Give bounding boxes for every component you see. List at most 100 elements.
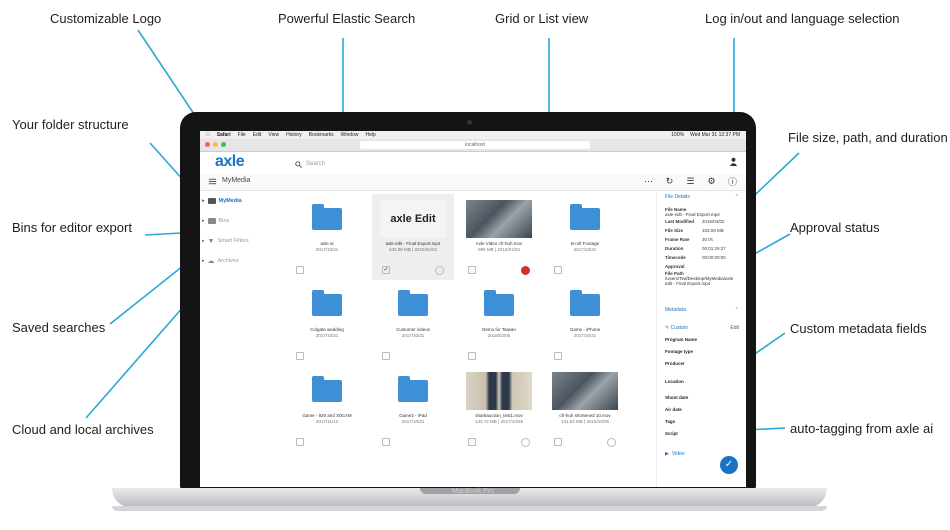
metadata-field-producer[interactable]: Producer <box>657 358 746 370</box>
folder-icon <box>570 204 600 230</box>
metadata-field-tags[interactable]: Tags <box>657 416 746 428</box>
collapse-icon[interactable]: ⌃ <box>735 307 739 313</box>
screen:  Safari File Edit View History Bookmark… <box>200 131 746 487</box>
select-checkbox[interactable] <box>554 438 562 446</box>
callout-approval: Approval status <box>790 220 880 235</box>
select-checkbox[interactable] <box>554 352 562 360</box>
list-view-icon[interactable]: ☰ <box>685 176 696 187</box>
minimize-window-button[interactable] <box>213 142 218 147</box>
approval-status-icon[interactable] <box>521 438 530 447</box>
tile-meta: 131.64 MB | 2015/10/05 <box>561 419 609 424</box>
caret-right-icon[interactable]: ▸ <box>202 258 205 264</box>
metadata-field-footage-type[interactable]: Footage type <box>657 346 746 358</box>
grid-tile[interactable]: B-roll Footage 2017/10/31 <box>544 194 626 280</box>
select-checkbox[interactable] <box>554 266 562 274</box>
grid-tile[interactable]: Customer videos 2017/10/31 <box>372 280 454 366</box>
callout-folders: Your folder structure <box>12 117 129 132</box>
folder-icon <box>398 290 428 316</box>
caret-right-icon[interactable]: ▸ <box>202 218 205 224</box>
menu-view[interactable]: View <box>268 131 279 139</box>
search-input[interactable]: Search <box>306 161 325 167</box>
menu-edit[interactable]: Edit <box>253 131 262 139</box>
breadcrumb[interactable]: MyMedia <box>222 177 250 184</box>
battery-status: 100% <box>671 132 685 138</box>
select-checkbox-checked[interactable]: ✓ <box>382 266 390 274</box>
select-checkbox[interactable] <box>468 438 476 446</box>
metadata-field-shoot-date[interactable]: Shoot date <box>657 392 746 404</box>
metadata-field-script[interactable]: Script <box>657 428 746 440</box>
detail-value: 333.08 MB <box>702 228 724 233</box>
settings-gear-icon[interactable]: ⚙ <box>706 176 717 187</box>
mac-menu-bar:  Safari File Edit View History Bookmark… <box>200 131 746 139</box>
metadata-field-location[interactable]: Location <box>657 376 746 388</box>
select-checkbox[interactable] <box>382 438 390 446</box>
sidebar-item-archives[interactable]: ▸ ☁ Archives <box>200 251 280 271</box>
caret-right-icon[interactable]: ▸ <box>202 198 205 204</box>
select-checkbox[interactable] <box>296 352 304 360</box>
edit-metadata-button[interactable]: Edit <box>730 325 739 331</box>
select-checkbox[interactable] <box>468 266 476 274</box>
sidebar-item-mymedia[interactable]: ▸ MyMedia <box>200 191 280 211</box>
custom-tab[interactable]: ✎ Custom <box>665 325 688 331</box>
laptop-brand: MacBook Pro <box>451 488 495 495</box>
zoom-window-button[interactable] <box>221 142 226 147</box>
tile-meta: 2017/10/31 <box>401 419 425 424</box>
tile-meta: 2018/02/06 <box>487 333 511 338</box>
sidebar-item-bins[interactable]: ▸ Bins <box>200 211 280 231</box>
metadata-field-air-date[interactable]: Air date <box>657 404 746 416</box>
grid-tile-selected[interactable]: axle Edit axle edit - Final Export.mp4 3… <box>372 194 454 280</box>
grid-tile[interactable]: Game - iPhone 2017/10/31 <box>544 280 626 366</box>
metadata-header[interactable]: Metadata ⌃ <box>657 304 746 316</box>
callout-login: Log in/out and language selection <box>705 11 900 26</box>
close-window-button[interactable] <box>205 142 210 147</box>
user-account-icon[interactable] <box>729 157 738 166</box>
search-bar[interactable]: Search <box>295 158 595 170</box>
confirm-check-button[interactable]: ✓ <box>720 456 738 474</box>
menu-file[interactable]: File <box>238 131 246 139</box>
grid-tile[interactable]: axle ai 2017/10/31 <box>286 194 368 280</box>
file-details-header[interactable]: File Details ⌃ <box>657 191 746 203</box>
menu-bookmarks[interactable]: Bookmarks <box>309 131 334 139</box>
metadata-field-program-name[interactable]: Program Name <box>657 334 746 346</box>
grid-tile[interactable]: cfr-huh shortened 10.mov 131.64 MB | 201… <box>544 366 626 452</box>
sidebar-item-label: Smart Filters <box>217 238 249 244</box>
sidebar-item-smart-filters[interactable]: ▸ ▼ Smart Filters <box>200 231 280 251</box>
grid-tile[interactable]: Axle Video cfr-huh.mov 995 MB | 2015/01/… <box>458 194 540 280</box>
info-icon[interactable]: ⓘ <box>727 176 738 187</box>
refresh-icon[interactable]: ↻ <box>664 176 675 187</box>
video-thumbnail <box>466 372 532 410</box>
approval-status-icon[interactable] <box>435 266 444 275</box>
cloud-icon: ☁ <box>207 258 215 265</box>
file-path-value: /Users/Ted/Desktop/MyMedia/axle edit - F… <box>665 276 734 286</box>
folder-icon <box>312 376 342 402</box>
detail-row: Duration 00:01:29:27 <box>657 244 746 253</box>
select-checkbox[interactable] <box>468 352 476 360</box>
approval-status-icon[interactable] <box>607 438 616 447</box>
select-checkbox[interactable] <box>296 438 304 446</box>
grid-tile[interactable]: sharkauction_test1.mov 133.72 MB | 2017/… <box>458 366 540 452</box>
menu-history[interactable]: History <box>286 131 302 139</box>
callout-logo: Customizable Logo <box>50 11 162 26</box>
collapse-icon[interactable]: ⌃ <box>735 194 739 200</box>
grid-tile[interactable]: Game - 920 and X0CAM 2017/11/12 <box>286 366 368 452</box>
more-options-icon[interactable]: ⋯ <box>643 176 654 187</box>
filter-icon: ▼ <box>207 237 215 245</box>
custom-label: Custom <box>670 325 688 331</box>
menu-help[interactable]: Help <box>365 131 375 139</box>
grid-tile[interactable]: Game2 - iPad 2017/10/31 <box>372 366 454 452</box>
select-checkbox[interactable] <box>296 266 304 274</box>
hamburger-menu-icon[interactable] <box>208 177 217 186</box>
callout-archives: Cloud and local archives <box>12 422 154 437</box>
detail-key: Last Modified <box>665 219 694 224</box>
video-thumbnail: axle Edit <box>380 200 446 238</box>
address-bar[interactable]: localhost <box>360 141 590 149</box>
grid-tile[interactable]: Colgate wedding 2017/10/31 <box>286 280 368 366</box>
select-checkbox[interactable] <box>382 352 390 360</box>
approval-status-icon[interactable] <box>521 266 530 275</box>
apple-icon[interactable]:  <box>206 131 210 139</box>
caret-right-icon[interactable]: ▸ <box>202 238 205 244</box>
app-logo[interactable]: axle <box>215 153 245 171</box>
menu-window[interactable]: Window <box>341 131 359 139</box>
menu-app[interactable]: Safari <box>217 131 231 139</box>
grid-tile[interactable]: Demo for Taiwan 2018/02/06 <box>458 280 540 366</box>
